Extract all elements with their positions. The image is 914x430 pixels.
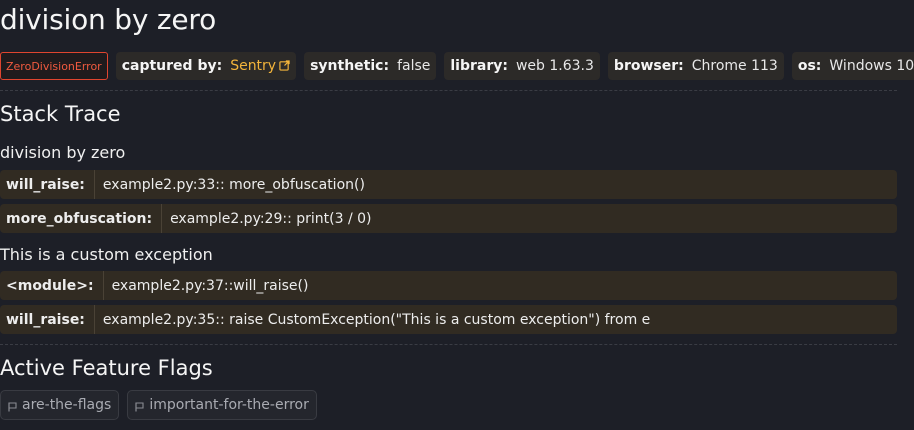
exception-type-badge: ZeroDivisionError — [0, 52, 108, 80]
stack-frame: will_raise: example2.py:35:: raise Custo… — [0, 305, 897, 334]
section-divider — [0, 344, 897, 345]
feature-flag-chip[interactable]: are-the-flags — [0, 390, 120, 420]
tag-bar: ZeroDivisionError captured by: Sentry sy… — [0, 52, 914, 80]
tag-value: Chrome 113 — [691, 58, 778, 74]
tag-library: library: web 1.63.3 — [444, 52, 600, 80]
frame-function: will_raise: — [0, 170, 95, 199]
tag-value: web 1.63.3 — [515, 58, 594, 74]
exception-message: division by zero — [0, 143, 126, 162]
tag-key: os: — [797, 58, 822, 74]
tag-synthetic: synthetic: false — [304, 52, 437, 80]
feature-flag-label[interactable]: important-for-the-error — [149, 397, 309, 413]
frame-location: example2.py:29:: print(3 / 0) — [170, 210, 372, 227]
stack-frame: <module>: example2.py:37::will_raise() — [0, 271, 897, 300]
stack-trace-heading: Stack Trace — [0, 102, 121, 126]
tag-key: captured by: — [121, 58, 223, 74]
frame-function: more_obfuscation: — [0, 204, 163, 233]
feature-flags-heading: Active Feature Flags — [0, 356, 213, 380]
feature-flag-label[interactable]: are-the-flags — [22, 397, 111, 413]
exception-message: This is a custom exception — [0, 245, 213, 264]
section-divider — [0, 90, 897, 91]
feature-flag-list: are-the-flags important-for-the-error — [0, 390, 317, 420]
frame-location: example2.py:37::will_raise() — [111, 277, 309, 294]
error-detail-page: division by zero ZeroDivisionError captu… — [0, 0, 914, 430]
frame-function: <module>: — [0, 271, 104, 300]
tag-value: false — [397, 58, 431, 74]
tag-os: os: Windows 10.0 — [791, 52, 914, 80]
tag-key: library: — [450, 58, 508, 74]
flag-icon — [135, 401, 144, 411]
tag-browser: browser: Chrome 113 — [607, 52, 784, 80]
flag-icon — [8, 401, 17, 411]
tag-key: browser: — [613, 58, 684, 74]
stack-frame: will_raise: example2.py:33:: more_obfusc… — [0, 170, 897, 199]
frame-location: example2.py:35:: raise CustomException("… — [102, 311, 651, 328]
external-link-icon[interactable] — [279, 60, 290, 71]
feature-flag-chip[interactable]: important-for-the-error — [127, 390, 317, 420]
tag-value[interactable]: Sentry — [230, 58, 276, 74]
sentry-link[interactable]: Sentry — [230, 58, 290, 74]
tag-value: Windows 10.0 — [829, 58, 914, 74]
frame-function: will_raise: — [0, 305, 95, 334]
tag-captured-by: captured by: Sentry — [115, 52, 297, 80]
stack-frame: more_obfuscation: example2.py:29:: print… — [0, 204, 897, 233]
frame-location: example2.py:33:: more_obfuscation() — [102, 176, 365, 193]
page-title: division by zero — [0, 3, 217, 36]
tag-key: synthetic: — [310, 58, 390, 74]
